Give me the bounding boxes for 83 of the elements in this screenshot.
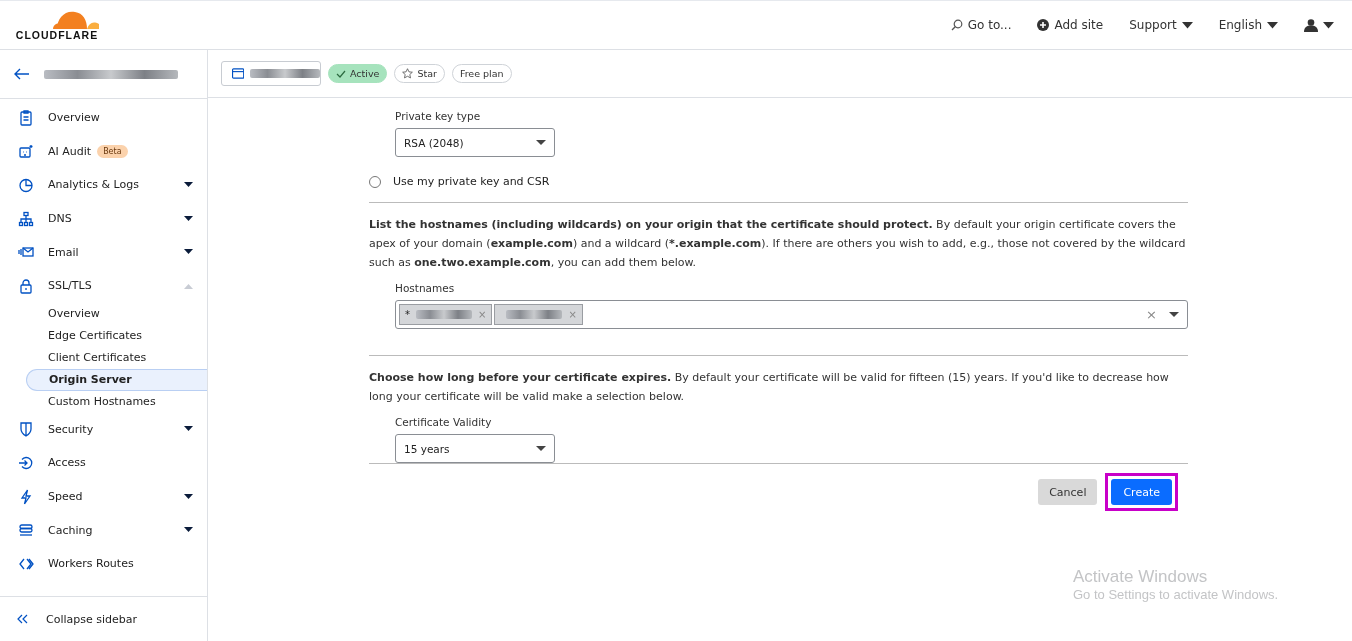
sidebar-item[interactable]: DNS bbox=[0, 201, 207, 236]
submenu-item[interactable]: Origin Server bbox=[26, 368, 207, 391]
menu-button[interactable]: English bbox=[1218, 18, 1278, 32]
logo-text: CLOUDFLARE bbox=[15, 28, 99, 41]
sidebar-label: AI Audit bbox=[48, 144, 92, 158]
clipboard-icon bbox=[18, 109, 34, 126]
sidebar-item[interactable]: Overview bbox=[0, 101, 207, 135]
add-site-button[interactable]: Add site bbox=[1037, 18, 1104, 32]
submenu-item[interactable]: Custom Hostnames bbox=[26, 390, 207, 413]
submenu-item[interactable]: Client Certificates bbox=[26, 346, 207, 369]
caret-down-icon[interactable] bbox=[184, 426, 193, 433]
stack-icon bbox=[18, 522, 34, 539]
shield-icon bbox=[18, 421, 34, 438]
network-icon bbox=[18, 210, 34, 227]
field-label: Certificate Validity bbox=[395, 416, 493, 428]
sidebar-label: Overview bbox=[48, 111, 100, 125]
star-button[interactable]: Star bbox=[394, 64, 445, 83]
search-icon bbox=[950, 19, 963, 31]
caret-down-icon[interactable] bbox=[1169, 311, 1179, 318]
sidebar-label: Security bbox=[48, 422, 94, 436]
user-icon bbox=[1304, 18, 1318, 32]
enter-icon bbox=[18, 454, 34, 471]
validity-dropdown[interactable]: 15 years bbox=[395, 434, 555, 463]
create-button[interactable]: Create bbox=[1111, 479, 1172, 505]
sidebar-label: SSL/TLS bbox=[48, 279, 92, 293]
robot-icon bbox=[18, 143, 34, 160]
sidebar-label: Analytics & Logs bbox=[48, 178, 139, 192]
caret-down-icon[interactable] bbox=[184, 527, 193, 534]
validity-description: Choose how long before your certificate expires. By default your certificate will be valid for fifteen (15) years. If you'd like to decrease how long your certificate will be valid make a selection below. bbox=[369, 370, 1170, 405]
clear-icon[interactable]: × bbox=[1146, 307, 1157, 322]
sidebar-label: DNS bbox=[48, 212, 72, 226]
beta-badge: Beta bbox=[97, 144, 128, 158]
star-icon bbox=[402, 68, 414, 79]
hostnames-description: List the hostnames (including wildcards) on your origin that the certificate should protect. By default your origin certificate covers the apex of your domain (example.com) and a wildcard (*.example.com). If there are others you wish to add, e.g., those not covered by the wildcard such as one.two.example.com, you can add them below. bbox=[369, 217, 1187, 271]
sidebar-label: Email bbox=[48, 245, 79, 259]
domain-field[interactable] bbox=[221, 61, 321, 86]
back-arrow-icon[interactable] bbox=[14, 68, 30, 80]
plan-badge: Free plan bbox=[451, 64, 512, 83]
plus-circle-icon bbox=[1037, 19, 1050, 31]
caret-down-icon[interactable] bbox=[184, 182, 193, 188]
sidebar-item[interactable]: Email bbox=[0, 235, 207, 269]
sidebar-item[interactable]: Workers Routes bbox=[0, 546, 207, 581]
hostnames-field[interactable]: * × × × bbox=[395, 300, 1188, 329]
user-menu-button[interactable] bbox=[1304, 18, 1334, 32]
menu-button[interactable]: Support bbox=[1129, 18, 1193, 32]
caret-down-icon[interactable] bbox=[184, 249, 193, 256]
sidebar-label: Access bbox=[48, 456, 86, 470]
sidebar-item[interactable]: Speed bbox=[0, 479, 207, 514]
sidebar-item[interactable]: Access bbox=[0, 446, 207, 480]
radio-label: Use my private key and CSR bbox=[393, 175, 550, 188]
submenu-item[interactable]: Edge Certificates bbox=[26, 324, 207, 347]
field-label: Private key type bbox=[395, 110, 482, 122]
collapse-sidebar-button[interactable]: Collapse sidebar bbox=[0, 596, 207, 641]
sidebar-label: Speed bbox=[48, 490, 83, 504]
sidebar-item[interactable]: Security bbox=[0, 412, 207, 447]
sidebar-item[interactable]: Analytics & Logs bbox=[0, 168, 207, 202]
caret-down-icon bbox=[536, 139, 546, 146]
search-button[interactable]: Go to... bbox=[950, 18, 1012, 32]
lock-icon bbox=[18, 277, 34, 294]
caret-down-icon bbox=[536, 445, 546, 452]
sidebar-label: Workers Routes bbox=[48, 557, 134, 571]
lightning-icon bbox=[18, 488, 34, 505]
key-type-dropdown[interactable]: RSA (2048) bbox=[395, 128, 555, 157]
caret-down-icon[interactable] bbox=[184, 215, 193, 222]
status-badge: Active bbox=[328, 64, 388, 83]
pie-chart-icon bbox=[18, 177, 34, 193]
sidebar-label: Caching bbox=[48, 523, 93, 537]
submenu-item[interactable]: Overview bbox=[26, 302, 207, 325]
caret-down-icon[interactable] bbox=[184, 493, 193, 500]
sidebar-item[interactable]: AI Audit Beta bbox=[0, 134, 207, 169]
caret-down-icon bbox=[1181, 21, 1193, 29]
field-label: Hostnames bbox=[395, 282, 456, 294]
browser-window-icon bbox=[232, 68, 245, 79]
caret-down-icon bbox=[1323, 21, 1334, 29]
sidebar-item[interactable]: SSL/TLS bbox=[0, 268, 207, 303]
watermark-text: Go to Settings to activate Windows. bbox=[1073, 587, 1279, 602]
sidebar-item[interactable]: Caching bbox=[0, 513, 207, 547]
caret-down-icon bbox=[1267, 21, 1278, 29]
watermark-title: Activate Windows bbox=[1073, 567, 1209, 587]
wildcard-prefix: * bbox=[405, 309, 410, 320]
cloud-logo-icon bbox=[53, 9, 99, 29]
cancel-button[interactable]: Cancel bbox=[1038, 479, 1098, 505]
double-chevron-icon bbox=[16, 614, 30, 624]
